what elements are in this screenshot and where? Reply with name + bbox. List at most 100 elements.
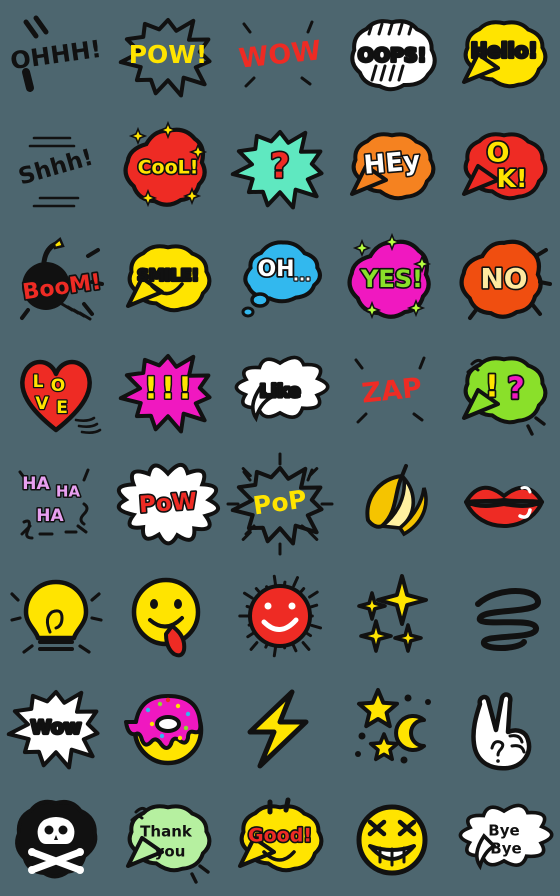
sticker-thankyou[interactable]: Thank youThank you <box>112 784 224 896</box>
svg-text:...: ... <box>293 266 311 285</box>
sticker-art-ok: OK! <box>462 132 548 201</box>
sticker-hey[interactable]: HEyHEy <box>336 112 448 224</box>
sticker-zap-red[interactable]: ZAPZAP <box>336 336 448 448</box>
sticker-sparkles[interactable]: sparkles <box>336 560 448 672</box>
sticker-art-yes: YES! <box>347 232 432 320</box>
sticker-art-red-spiky-face <box>238 574 322 658</box>
sticker-exclaim3[interactable]: !!!!!! <box>112 336 224 448</box>
sticker-art-pop: PoP <box>226 452 334 556</box>
sticker-lips[interactable]: lips <box>448 448 560 560</box>
sticker-hello[interactable]: Hello!Hello! <box>448 0 560 112</box>
svg-text:HA: HA <box>36 506 64 526</box>
sticker-bolt[interactable]: lightning bolt <box>224 672 336 784</box>
svg-text:Bye: Bye <box>490 840 521 858</box>
sticker-skull[interactable]: skull and crossbones <box>0 784 112 896</box>
sticker-art-tongue-face <box>131 577 201 658</box>
sticker-art-peace-hand <box>471 692 532 771</box>
svg-text:Shhh!: Shhh! <box>16 145 96 191</box>
sticker-pow-yellow[interactable]: POW!POW! <box>112 0 224 112</box>
svg-text:Wow: Wow <box>31 717 82 739</box>
sticker-scribble[interactable]: scribble <box>448 560 560 672</box>
sticker-art-byebye: ByeBye <box>458 803 554 871</box>
sticker-wow-red[interactable]: WOWWOW <box>224 0 336 112</box>
sticker-art-skull <box>15 799 98 879</box>
sticker-red-spiky-face[interactable]: angry spiky face <box>224 560 336 672</box>
sticker-art-oops: OOPS! <box>350 19 437 92</box>
sticker-interrobang[interactable]: !?!? <box>448 336 560 448</box>
sticker-art-sparkles <box>357 574 428 653</box>
svg-text:?: ? <box>507 372 524 407</box>
sticker-art-smile: SMILE! <box>126 244 212 313</box>
sticker-art-star-moon <box>355 688 431 764</box>
svg-text:OOPS!: OOPS! <box>358 45 427 67</box>
svg-text:HA: HA <box>22 474 50 494</box>
sticker-good[interactable]: Good!Good! <box>224 784 336 896</box>
sticker-art-cool: CooL! <box>123 120 208 208</box>
svg-text:HA: HA <box>56 483 81 501</box>
svg-text:!: ! <box>144 372 158 407</box>
sticker-peace-hand[interactable]: peace hand <box>448 672 560 784</box>
sticker-cool[interactable]: CooL!CooL! <box>112 112 224 224</box>
sticker-pop[interactable]: PoPPoP <box>224 448 336 560</box>
svg-text:Like: Like <box>259 381 300 402</box>
sticker-oh[interactable]: OH...OH... <box>224 224 336 336</box>
sticker-art-zap-red: ZAP <box>354 356 426 424</box>
sticker-banana[interactable]: banana <box>336 448 448 560</box>
svg-text:!: ! <box>178 372 192 407</box>
sticker-hahaha[interactable]: HA HA HAHA HA HA <box>0 448 112 560</box>
sticker-question[interactable]: ?? <box>224 112 336 224</box>
svg-text:?: ? <box>270 147 290 187</box>
sticker-grin-face[interactable]: grinning face <box>336 784 448 896</box>
sticker-byebye[interactable]: ByeByeBye Bye <box>448 784 560 896</box>
svg-text:!: ! <box>161 372 175 407</box>
sticker-smile[interactable]: SMILE!SMILE! <box>112 224 224 336</box>
sticker-shhh[interactable]: Shhh!Shhhh! <box>0 112 112 224</box>
sticker-art-wow-white: Wow <box>6 690 100 770</box>
svg-text:SMILE!: SMILE! <box>137 266 199 285</box>
svg-text:HEy: HEy <box>363 146 422 181</box>
svg-text:Good!: Good! <box>248 825 312 847</box>
sticker-wow-white[interactable]: WowWow <box>0 672 112 784</box>
sticker-art-no: NO <box>459 239 552 320</box>
sticker-pow-white[interactable]: PoWPoW <box>112 448 224 560</box>
svg-text:ZAP: ZAP <box>360 372 423 409</box>
svg-text:L: L <box>33 372 44 392</box>
sticker-art-lips <box>464 485 544 528</box>
sticker-art-bolt <box>247 689 309 769</box>
svg-text:NO: NO <box>480 262 527 295</box>
sticker-art-pow-yellow: POW! <box>118 18 212 98</box>
sticker-like[interactable]: LikeLike <box>224 336 336 448</box>
svg-text:OHHH!: OHHH! <box>9 35 104 75</box>
svg-text:POW!: POW! <box>129 40 208 69</box>
svg-text:YES!: YES! <box>360 265 423 293</box>
svg-text:K!: K! <box>497 164 528 193</box>
sticker-art-scribble <box>475 588 541 651</box>
sticker-art-shhh: Shhh! <box>16 136 96 208</box>
sticker-ok[interactable]: OK!OK! <box>448 112 560 224</box>
sticker-art-grin-face <box>356 804 428 876</box>
sticker-lightbulb[interactable]: idea bulb <box>0 560 112 672</box>
svg-text:CooL!: CooL! <box>138 157 199 179</box>
sticker-yes[interactable]: YES!YES! <box>336 224 448 336</box>
svg-text:Bye: Bye <box>488 822 519 840</box>
sticker-tongue-face[interactable]: tongue face <box>112 560 224 672</box>
sticker-no[interactable]: NONO <box>448 224 560 336</box>
svg-text:E: E <box>56 398 68 418</box>
sticker-ohhh[interactable]: OHHH!OHHH! <box>0 0 112 112</box>
svg-text:OH: OH <box>257 257 294 282</box>
sticker-love[interactable]: LOVELOVE <box>0 336 112 448</box>
sticker-art-love: L OV E <box>20 359 102 434</box>
svg-text:!: ! <box>485 370 499 405</box>
sticker-art-donut <box>124 694 204 766</box>
sticker-oops[interactable]: OOPS!OOPS! <box>336 0 448 112</box>
sticker-art-exclaim3: !!! <box>118 354 212 434</box>
svg-text:PoW: PoW <box>138 489 198 519</box>
sticker-boom[interactable]: BooM!BooM! <box>0 224 112 336</box>
sticker-art-interrobang: !? <box>462 356 548 436</box>
sticker-art-wow-red: WOW <box>237 20 323 88</box>
svg-text:Hello!: Hello! <box>471 39 538 63</box>
sticker-star-moon[interactable]: stars and moon <box>336 672 448 784</box>
sticker-art-hello: Hello! <box>462 20 548 89</box>
sticker-donut[interactable]: donut <box>112 672 224 784</box>
svg-text:you: you <box>155 843 186 861</box>
